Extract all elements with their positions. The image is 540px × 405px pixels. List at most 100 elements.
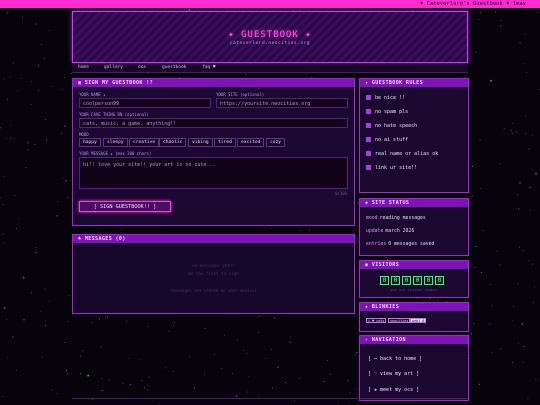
counter-digit: 0 xyxy=(413,276,422,285)
star xyxy=(0,197,1,198)
star xyxy=(67,321,69,322)
star xyxy=(22,16,23,18)
blinkie-badge[interactable]: web1.0 xyxy=(410,318,427,323)
star xyxy=(65,179,67,182)
star xyxy=(519,182,521,184)
star xyxy=(38,89,40,91)
star xyxy=(100,346,102,348)
star xyxy=(491,305,492,306)
bullet-icon xyxy=(366,165,371,170)
link-meet-ocs[interactable]: [ ★ meet my ocs ] xyxy=(368,387,419,393)
sign-panel-heading: ▣ SIGN MY GUESTBOOK !? xyxy=(73,79,354,87)
rule-item: no ai stuff xyxy=(366,137,408,143)
star xyxy=(60,132,62,134)
star xyxy=(35,252,37,253)
nav-faq[interactable]: faq ♥ xyxy=(202,64,216,72)
star xyxy=(237,339,238,341)
star xyxy=(490,79,492,82)
bullet-icon xyxy=(366,95,371,100)
star xyxy=(30,104,32,105)
star xyxy=(3,242,5,244)
mood-excited[interactable]: excited xyxy=(237,138,265,147)
name-input[interactable]: coolperson99 xyxy=(79,98,211,108)
star xyxy=(517,342,519,344)
submit-button[interactable]: [ SIGN GUESTBOOK!! ] xyxy=(79,201,171,212)
star xyxy=(305,74,307,75)
star xyxy=(416,298,418,299)
footer-divider xyxy=(72,398,468,399)
star xyxy=(87,374,89,377)
sign-guestbook-panel: ▣ SIGN MY GUESTBOOK !? YOUR NAME ★ coolp… xyxy=(72,78,355,226)
mood-creative[interactable]: creative xyxy=(129,138,160,147)
status-icon: ◈ xyxy=(365,200,372,206)
pencil-icon: ▣ xyxy=(78,80,85,86)
star xyxy=(489,284,491,285)
star xyxy=(44,288,46,290)
star xyxy=(7,99,8,101)
star xyxy=(481,272,482,273)
star xyxy=(528,148,530,150)
star xyxy=(7,357,8,359)
star xyxy=(57,201,59,202)
nav-home[interactable]: home xyxy=(78,64,89,72)
mood-vibing[interactable]: vibing xyxy=(188,138,213,147)
rule-item: link ur site!! xyxy=(366,165,417,171)
star xyxy=(15,228,17,229)
mood-sleepy[interactable]: sleepy xyxy=(103,138,128,147)
star xyxy=(473,323,475,324)
fave-input[interactable]: cats, music, a game, anything!! xyxy=(79,118,348,128)
star xyxy=(258,332,259,333)
star xyxy=(2,233,4,235)
star xyxy=(35,247,37,248)
nav-gallery[interactable]: gallery xyxy=(104,64,123,72)
star xyxy=(38,65,39,67)
counter-digit: 0 xyxy=(391,276,400,285)
star xyxy=(25,167,27,168)
star xyxy=(46,140,47,141)
mood-chaotic[interactable]: chaotic xyxy=(159,138,187,147)
mood-cozy[interactable]: cozy xyxy=(266,138,286,147)
top-nav: home gallery ocs guestbook faq ♥ xyxy=(72,64,468,73)
star xyxy=(107,316,108,318)
star xyxy=(62,178,64,179)
star xyxy=(513,306,514,307)
star xyxy=(164,367,166,369)
message-textarea[interactable]: hi!! love your site!! your art is so cut… xyxy=(79,157,348,189)
blinkie-badge[interactable]: i ♥ cats xyxy=(366,318,387,323)
star xyxy=(23,277,25,279)
star xyxy=(204,373,205,375)
star xyxy=(519,246,520,248)
star xyxy=(40,311,41,313)
rule-item: real name or alias ok xyxy=(366,151,438,157)
star xyxy=(189,356,190,358)
star xyxy=(525,133,526,134)
link-view-art[interactable]: [ ♡ view my art ] xyxy=(368,371,419,377)
star xyxy=(235,395,238,397)
star xyxy=(535,173,537,175)
star xyxy=(357,388,358,390)
bullet-icon xyxy=(366,123,371,128)
rules-heading: ✦ GUESTBOOK RULES xyxy=(360,79,468,87)
status-heading: ◈ SITE STATUS xyxy=(360,199,468,207)
mood-tired[interactable]: tired xyxy=(214,138,236,147)
star xyxy=(525,33,526,35)
star xyxy=(67,373,69,375)
blinkie-badge[interactable]: neocities xyxy=(388,318,411,323)
star xyxy=(34,144,36,145)
star xyxy=(347,380,349,381)
star xyxy=(108,379,110,381)
star xyxy=(479,139,481,141)
star xyxy=(329,373,331,375)
nav-guestbook[interactable]: guestbook xyxy=(162,64,186,72)
star xyxy=(3,307,6,309)
star xyxy=(471,333,472,335)
mood-happy[interactable]: happy xyxy=(79,138,101,147)
star xyxy=(140,359,141,361)
star xyxy=(532,134,533,136)
star xyxy=(18,217,20,219)
status-update: update march 2026 xyxy=(366,229,415,234)
nav-ocs[interactable]: ocs xyxy=(138,64,146,72)
site-input[interactable]: https://yoursite.neocities.org xyxy=(216,98,348,108)
link-back-home[interactable]: [ ⇦ back to home ] xyxy=(368,356,422,362)
blinkies-heading: ★ BLINKIES xyxy=(360,303,468,311)
